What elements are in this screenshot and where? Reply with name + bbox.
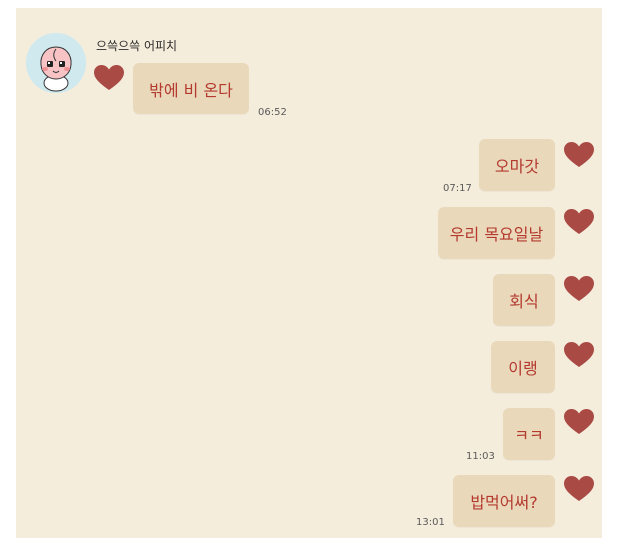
sender-avatar[interactable] <box>26 33 86 93</box>
sender-name: 으쓱으쓱 어피치 <box>96 39 178 53</box>
message-bubble-outgoing[interactable]: 우리 목요일날 <box>438 207 555 259</box>
message-time: 13:01 <box>416 517 445 528</box>
heart-icon <box>564 209 594 234</box>
heart-icon <box>564 342 594 367</box>
message-bubble-outgoing[interactable]: 오마갓 <box>479 139 555 191</box>
message-bubble-outgoing[interactable]: 밥먹어써? <box>453 475 555 527</box>
message-bubble-outgoing[interactable]: 이랭 <box>491 341 555 393</box>
heart-icon <box>564 142 594 167</box>
message-bubble-incoming[interactable]: 밖에 비 온다 <box>133 63 249 114</box>
apeach-character-icon <box>26 33 86 93</box>
heart-icon <box>94 65 124 90</box>
message-time: 11:03 <box>466 451 495 462</box>
message-bubble-outgoing[interactable]: ㅋㅋ <box>503 408 555 460</box>
message-time: 06:52 <box>258 107 287 118</box>
chat-window: 으쓱으쓱 어피치 밖에 비 온다 06:52 오마갓 07:17 우리 목요일날… <box>16 8 602 538</box>
heart-icon <box>564 276 594 301</box>
message-bubble-outgoing[interactable]: 회식 <box>493 274 555 326</box>
heart-icon <box>564 476 594 501</box>
heart-icon <box>564 409 594 434</box>
message-time: 07:17 <box>443 183 472 194</box>
